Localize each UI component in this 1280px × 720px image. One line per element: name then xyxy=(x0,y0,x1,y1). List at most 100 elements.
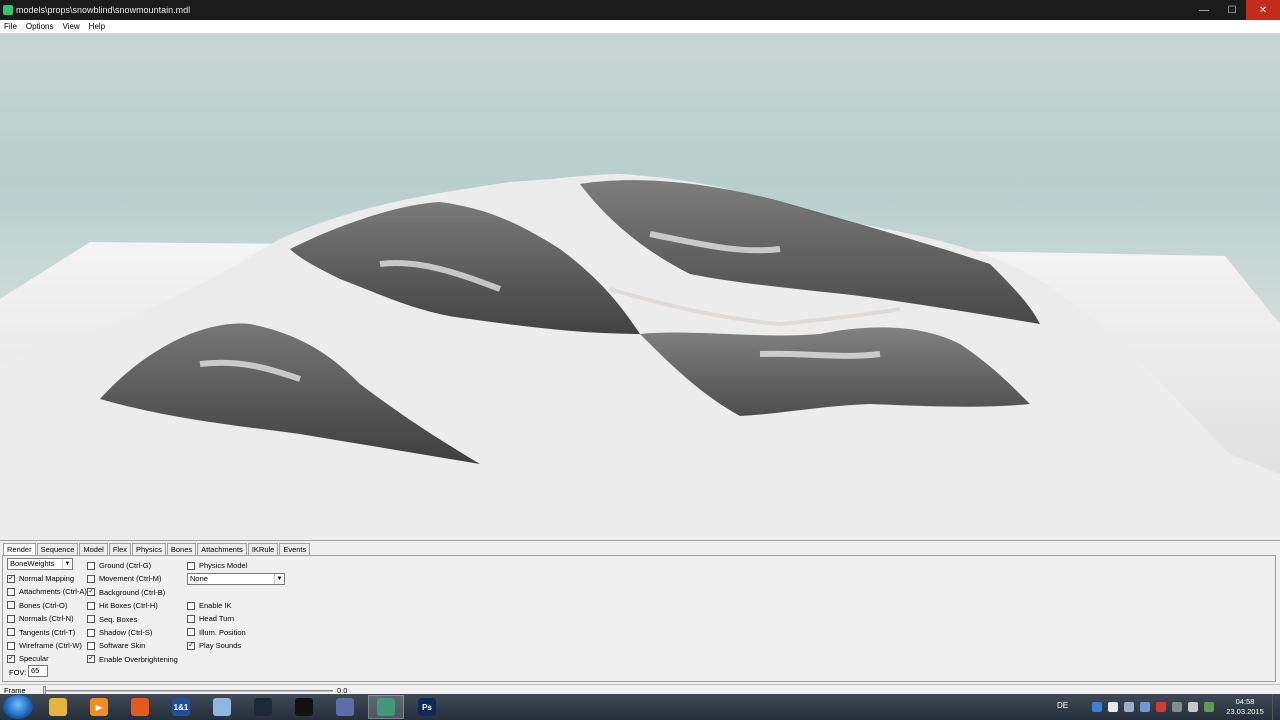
control-panel: Render Sequence Model Flex Physics Bones… xyxy=(0,540,1280,684)
checkbox-box[interactable] xyxy=(7,614,15,623)
tab-bones[interactable]: Bones xyxy=(166,543,197,555)
checkbox-render-col1-0[interactable]: ✓ Normal Mapping xyxy=(7,574,74,583)
checkbox-box[interactable] xyxy=(187,614,195,623)
flag-icon[interactable] xyxy=(1108,702,1118,712)
checkbox-render-col3-1[interactable]: Head Turn xyxy=(187,614,234,623)
checkbox-box[interactable] xyxy=(87,628,95,637)
clock[interactable]: 04:58 23.03.2015 xyxy=(1225,697,1265,717)
show-desktop-button[interactable] xyxy=(1272,694,1280,720)
checkbox-box[interactable]: ✓ xyxy=(7,574,15,583)
checkbox-render-col2-7[interactable]: ✓ Enable Overbrightening xyxy=(87,655,178,664)
tab-ikrule[interactable]: IKRule xyxy=(247,543,279,555)
clock-date: 23.03.2015 xyxy=(1226,707,1264,716)
checkbox-render-col1-2[interactable]: Bones (Ctrl-O) xyxy=(7,601,67,610)
firefox-icon xyxy=(131,698,149,716)
checkbox-label: Wireframe (Ctrl-W) xyxy=(19,641,82,650)
checkbox-render-col2-6[interactable]: Software Skin xyxy=(87,641,145,650)
snow-mountain-render xyxy=(0,174,1280,540)
physics-model-value: None xyxy=(190,574,208,583)
network-icon[interactable] xyxy=(1092,702,1102,712)
taskbar-app-steam-big[interactable] xyxy=(286,695,322,719)
checkbox-label: Shadow (Ctrl-S) xyxy=(99,628,153,637)
render-mode-select[interactable]: BoneWeights ▼ xyxy=(7,558,73,570)
taskbar-app-firefox[interactable] xyxy=(122,695,158,719)
physics-model-select[interactable]: None ▼ xyxy=(187,573,285,585)
taskbar-app-hammer[interactable] xyxy=(327,695,363,719)
taskbar-app-steam[interactable] xyxy=(245,695,281,719)
checkbox-physics-model[interactable]: Physics Model xyxy=(187,561,247,570)
checkbox-render-col1-1[interactable]: Attachments (Ctrl-A) xyxy=(7,587,87,596)
checkbox-render-col3-3[interactable]: ✓ Play Sounds xyxy=(187,641,241,650)
taskbar-app-media-player[interactable]: ▶ xyxy=(81,695,117,719)
checkbox-label: Background (Ctrl-B) xyxy=(99,587,166,597)
checkbox-render-col1-3[interactable]: Normals (Ctrl-N) xyxy=(7,614,74,623)
menu-options[interactable]: Options xyxy=(26,22,54,31)
volume-icon[interactable] xyxy=(1124,702,1134,712)
taskbar-app-hlmv[interactable] xyxy=(368,695,404,719)
checkbox-box[interactable] xyxy=(7,628,15,637)
tab-events[interactable]: Events xyxy=(279,543,311,555)
checkbox-box[interactable]: ✓ xyxy=(7,654,15,663)
checkbox-box[interactable] xyxy=(187,561,195,570)
updates-icon[interactable] xyxy=(1204,702,1214,712)
battery-icon[interactable] xyxy=(1140,702,1150,712)
checkbox-render-col3-2[interactable]: Illum. Position xyxy=(187,628,246,637)
fov-input[interactable]: 65 xyxy=(28,665,48,677)
checkbox-box[interactable] xyxy=(187,628,195,637)
display-icon[interactable] xyxy=(1172,702,1182,712)
checkbox-label: Physics Model xyxy=(199,561,248,570)
tab-physics[interactable]: Physics xyxy=(132,543,166,555)
language-indicator[interactable]: DE xyxy=(1057,701,1068,710)
frame-slider[interactable] xyxy=(43,690,333,692)
1and1-icon: 1&1 xyxy=(172,698,190,716)
tab-sequence[interactable]: Sequence xyxy=(36,543,79,555)
taskbar-app-notepad[interactable] xyxy=(204,695,240,719)
checkbox-box[interactable]: ✓ xyxy=(87,588,95,597)
checkbox-label: Software Skin xyxy=(99,641,146,651)
checkbox-label: Head Turn xyxy=(199,614,235,624)
render-tab-page: BoneWeights ▼ ✓ Normal Mapping Attachments… xyxy=(2,555,1276,682)
checkbox-box[interactable] xyxy=(7,587,15,596)
maximize-button[interactable]: ☐ xyxy=(1218,0,1246,20)
checkbox-render-col2-5[interactable]: Shadow (Ctrl-S) xyxy=(87,628,152,637)
minimize-button[interactable]: — xyxy=(1190,0,1218,20)
checkbox-box[interactable] xyxy=(87,574,95,583)
start-button[interactable] xyxy=(3,695,33,719)
media-player-icon: ▶ xyxy=(90,698,108,716)
tab-flex[interactable]: Flex xyxy=(108,543,131,555)
checkbox-render-col3-0[interactable]: Enable IK xyxy=(187,601,232,610)
explorer-icon xyxy=(49,698,67,716)
usb-icon[interactable] xyxy=(1188,702,1198,712)
checkbox-render-col1-5[interactable]: Wireframe (Ctrl-W) xyxy=(7,641,82,650)
checkbox-render-col1-4[interactable]: Tangents (Ctrl-T) xyxy=(7,628,75,637)
checkbox-box[interactable] xyxy=(7,641,15,650)
checkbox-box[interactable] xyxy=(87,615,95,624)
checkbox-render-col2-0[interactable]: Ground (Ctrl-G) xyxy=(87,561,151,570)
checkbox-box[interactable] xyxy=(87,561,95,570)
taskbar-app-photoshop[interactable]: Ps xyxy=(409,695,445,719)
checkbox-box[interactable] xyxy=(87,641,95,650)
tab-attachments[interactable]: Attachments xyxy=(197,543,247,555)
tab-model[interactable]: Model xyxy=(79,543,108,555)
checkbox-box[interactable] xyxy=(87,601,95,610)
antivirus-icon[interactable] xyxy=(1156,702,1166,712)
checkbox-render-col2-4[interactable]: Seq. Boxes xyxy=(87,615,137,624)
checkbox-box[interactable]: ✓ xyxy=(87,655,95,664)
checkbox-box[interactable] xyxy=(187,601,195,610)
menu-help[interactable]: Help xyxy=(89,22,105,31)
taskbar-app-explorer[interactable] xyxy=(40,695,76,719)
checkbox-render-col2-1[interactable]: Movement (Ctrl-M) xyxy=(87,574,162,583)
checkbox-render-col1-6[interactable]: ✓ Specular xyxy=(7,654,49,663)
taskbar-app-1and1[interactable]: 1&1 xyxy=(163,695,199,719)
app-icon xyxy=(3,5,13,15)
window-title: models\props\snowblind\snowmountain.mdl xyxy=(16,5,191,15)
close-button[interactable]: ✕ xyxy=(1246,0,1280,20)
menu-view[interactable]: View xyxy=(62,22,79,31)
checkbox-render-col2-3[interactable]: Hit Boxes (Ctrl-H) xyxy=(87,601,158,610)
checkbox-box[interactable] xyxy=(7,601,15,610)
model-viewport[interactable] xyxy=(0,34,1280,540)
checkbox-render-col2-2[interactable]: ✓ Background (Ctrl-B) xyxy=(87,588,165,597)
checkbox-box[interactable]: ✓ xyxy=(187,641,195,650)
menu-file[interactable]: File xyxy=(4,22,17,31)
checkbox-label: Hit Boxes (Ctrl-H) xyxy=(99,601,158,611)
